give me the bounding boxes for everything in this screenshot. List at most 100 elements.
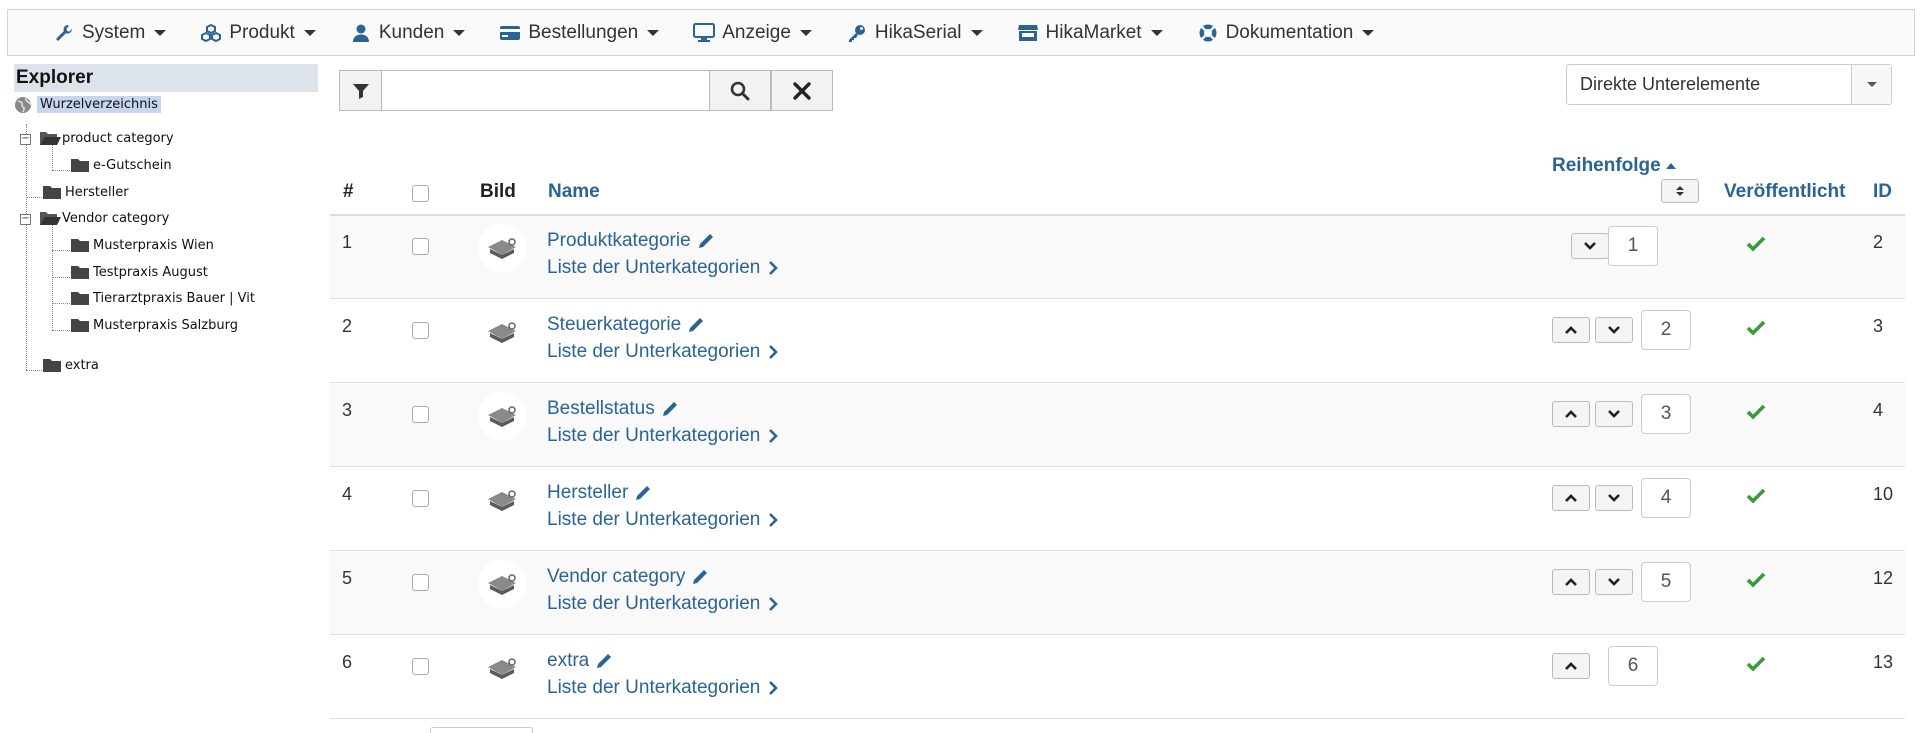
move-up-button[interactable]	[1552, 653, 1590, 679]
filter-bar	[339, 70, 833, 111]
folder-icon	[70, 317, 90, 333]
category-name-link[interactable]: Vendor category	[547, 566, 709, 588]
move-down-button[interactable]	[1595, 401, 1633, 427]
move-down-button[interactable]	[1595, 569, 1633, 595]
tree-node-label: e-Gutschein	[93, 157, 172, 173]
tree-node-e-gutschein[interactable]: e-Gutschein	[70, 155, 172, 175]
move-down-button[interactable]	[1595, 317, 1633, 343]
menu-bestellungen[interactable]: Bestellungen	[499, 10, 660, 55]
select-all-checkbox[interactable]	[412, 185, 429, 202]
tree-node-testpraxis-august[interactable]: Testpraxis August	[70, 262, 208, 282]
published-check-icon[interactable]	[1746, 572, 1766, 593]
menu-produkt[interactable]: Produkt	[200, 10, 316, 55]
pencil-icon	[693, 570, 708, 584]
collapse-toggle[interactable]: −	[20, 214, 31, 225]
col-header-name[interactable]: Name	[548, 181, 600, 203]
folder-open-icon	[39, 130, 61, 146]
search-input[interactable]	[382, 70, 709, 111]
caret-down-icon	[303, 29, 316, 36]
subcategories-link[interactable]: Liste der Unterkategorien	[547, 341, 779, 363]
lifebuoy-icon	[1197, 22, 1219, 44]
published-check-icon[interactable]	[1746, 488, 1766, 509]
pencil-icon	[689, 318, 704, 332]
menu-kunden[interactable]: Kunden	[350, 10, 466, 55]
row-number: 4	[342, 484, 353, 504]
order-input[interactable]: 5	[1641, 562, 1691, 602]
user-icon	[350, 22, 372, 44]
row-checkbox[interactable]	[412, 322, 429, 339]
tree-node-musterpraxis-wien[interactable]: Musterpraxis Wien	[70, 235, 214, 255]
category-image	[478, 560, 526, 608]
subcategories-link[interactable]: Liste der Unterkategorien	[547, 593, 779, 615]
row-checkbox[interactable]	[412, 490, 429, 507]
tree-root[interactable]: Wurzelverzeichnis	[14, 94, 161, 114]
order-input[interactable]: 6	[1608, 646, 1658, 686]
order-input[interactable]: 2	[1641, 310, 1691, 350]
tree-node-label: Vendor category	[62, 210, 170, 226]
move-down-button[interactable]	[1595, 485, 1633, 511]
menu-hikaserial[interactable]: HikaSerial	[846, 10, 983, 55]
tree-node-vendor-category[interactable]: Vendor category	[39, 208, 169, 228]
menu-system[interactable]: System	[53, 10, 167, 55]
order-input[interactable]: 4	[1641, 478, 1691, 518]
row-checkbox[interactable]	[412, 238, 429, 255]
table-row: 3 Bestellstatus Liste der Unterkategorie…	[330, 384, 1905, 467]
tree-node-musterpraxis-salzburg[interactable]: Musterpraxis Salzburg	[70, 315, 238, 335]
row-checkbox[interactable]	[412, 406, 429, 423]
published-check-icon[interactable]	[1746, 656, 1766, 677]
subcategories-label: Liste der Unterkategorien	[547, 509, 761, 530]
category-name: Vendor category	[547, 566, 686, 587]
order-input[interactable]: 3	[1641, 394, 1691, 434]
tree-node-hersteller[interactable]: Hersteller	[42, 182, 129, 202]
scope-select-toggle[interactable]	[1851, 65, 1891, 104]
menu-hikamarket-label: HikaMarket	[1045, 21, 1142, 43]
tree-node-tierarztpraxis[interactable]: Tierarztpraxis Bauer | Vit	[70, 288, 255, 308]
filter-icon	[352, 83, 369, 99]
menu-dokumentation[interactable]: Dokumentation	[1197, 10, 1375, 55]
col-header-ordering[interactable]: Reihenfolge	[1552, 155, 1677, 177]
sort-asc-icon	[1665, 163, 1676, 169]
tree-node-extra[interactable]: extra	[42, 355, 99, 375]
globe-icon	[14, 96, 34, 113]
order-input[interactable]: 1	[1608, 226, 1658, 266]
tree-node-label: Tierarztpraxis Bauer | Vit	[93, 290, 255, 306]
move-up-button[interactable]	[1552, 401, 1590, 427]
category-name-link[interactable]: Produktkategorie	[547, 230, 715, 252]
published-check-icon[interactable]	[1746, 236, 1766, 257]
category-name-link[interactable]: Steuerkategorie	[547, 314, 705, 336]
save-order-button[interactable]	[1661, 179, 1699, 203]
category-name-link[interactable]: Bestellstatus	[547, 398, 679, 420]
menu-produkt-label: Produkt	[229, 21, 295, 43]
published-check-icon[interactable]	[1746, 320, 1766, 341]
menu-kunden-label: Kunden	[378, 21, 445, 43]
category-image	[478, 644, 526, 692]
row-checkbox[interactable]	[412, 658, 429, 675]
tree-node-product-category[interactable]: product category	[39, 128, 174, 148]
menu-hikamarket[interactable]: HikaMarket	[1017, 10, 1163, 55]
published-check-icon[interactable]	[1746, 404, 1766, 425]
col-header-published[interactable]: Veröffentlicht	[1724, 181, 1845, 203]
caret-down-icon	[1362, 29, 1375, 36]
chevron-right-icon	[769, 261, 779, 275]
tree-node-label: Musterpraxis Salzburg	[93, 317, 238, 333]
category-name-link[interactable]: extra	[547, 650, 613, 672]
collapse-toggle[interactable]: −	[20, 134, 31, 145]
folder-icon	[70, 157, 90, 173]
move-down-button[interactable]	[1571, 233, 1609, 259]
move-up-button[interactable]	[1552, 485, 1590, 511]
tag-icon	[488, 490, 516, 511]
category-name-link[interactable]: Hersteller	[547, 482, 652, 504]
move-up-button[interactable]	[1552, 569, 1590, 595]
row-checkbox[interactable]	[412, 574, 429, 591]
subcategories-link[interactable]: Liste der Unterkategorien	[547, 257, 779, 279]
subcategories-link[interactable]: Liste der Unterkategorien	[547, 425, 779, 447]
subcategories-link[interactable]: Liste der Unterkategorien	[547, 677, 779, 699]
subcategories-link[interactable]: Liste der Unterkategorien	[547, 509, 779, 531]
move-up-button[interactable]	[1552, 317, 1590, 343]
search-button[interactable]	[709, 70, 771, 111]
scope-select[interactable]: Direkte Unterelemente	[1566, 64, 1892, 105]
menu-anzeige[interactable]: Anzeige	[693, 10, 812, 55]
clear-search-button[interactable]	[771, 70, 833, 111]
col-header-id[interactable]: ID	[1873, 181, 1892, 203]
filter-button[interactable]	[339, 70, 382, 111]
